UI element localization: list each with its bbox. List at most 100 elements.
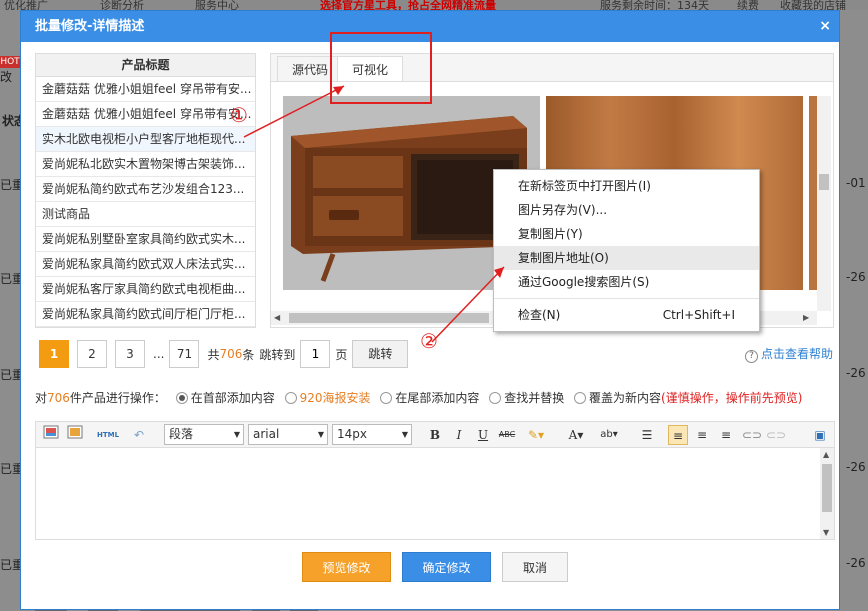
bg-label: 改 xyxy=(0,70,13,84)
product-row[interactable]: 爱尚妮私简约欧式布艺沙发组合123... xyxy=(36,177,255,202)
align-center-icon[interactable]: ≡ xyxy=(692,425,712,445)
scroll-up-icon[interactable]: ▲ xyxy=(823,450,829,459)
chevron-down-icon: ▼ xyxy=(401,430,408,439)
page-button[interactable]: 3 xyxy=(115,340,145,368)
jump-page-input[interactable] xyxy=(300,340,331,368)
product-list-header: 产品标题 xyxy=(36,54,255,77)
underline-icon[interactable]: U xyxy=(474,425,492,445)
product-row[interactable]: 测试商品 xyxy=(36,202,255,227)
format-painter-icon[interactable]: ✎▾ xyxy=(522,425,550,445)
tab-source-code[interactable]: 源代码 xyxy=(277,56,344,83)
hot-badge: HOT xyxy=(0,56,20,68)
page-label: 页 xyxy=(335,347,348,362)
ops-count: 706 xyxy=(47,391,70,405)
font-select[interactable]: arial ▼ xyxy=(248,424,328,445)
confirm-button[interactable]: 确定修改 xyxy=(402,552,491,582)
align-right-icon[interactable]: ≡ xyxy=(716,425,736,445)
indent-icon[interactable]: ☰ xyxy=(638,425,656,445)
help-icon: ? xyxy=(744,350,758,363)
link-icon[interactable]: ⊂⊃ xyxy=(742,425,762,445)
preview-button[interactable]: 预览修改 xyxy=(302,552,391,582)
align-left-icon[interactable]: ≡ xyxy=(668,425,688,445)
font-color-icon[interactable]: A▾ xyxy=(562,425,590,445)
font-size-value: 14px xyxy=(337,427,367,441)
preview-vertical-scrollbar[interactable] xyxy=(817,96,831,311)
editor-scrollbar[interactable]: ▲ ▼ xyxy=(820,448,834,539)
editor-toolbar: HTML ↶ 段落 ▼ arial ▼ 14px ▼ B I U ABC ✎▾ A▾ … xyxy=(35,421,835,447)
menu-search-image-google[interactable]: 通过Google搜索图片(S) xyxy=(494,270,759,294)
menu-copy-image-address[interactable]: 复制图片地址(O) xyxy=(494,246,759,270)
chevron-down-icon: ▼ xyxy=(317,430,324,439)
bg-label: -26 xyxy=(846,270,866,284)
option-label: 覆盖为新内容 xyxy=(589,391,662,405)
page-button-current[interactable]: 1 xyxy=(39,340,69,368)
product-row-selected[interactable]: 实木北欧电视柜小户型客厅地柜现代... xyxy=(36,127,255,152)
product-row[interactable]: 爱尚妮私家具简约欧式双人床法式实... xyxy=(36,252,255,277)
close-icon[interactable]: × xyxy=(819,11,831,42)
operation-options: 对706件产品进行操作： 在首部添加内容 920海报安装 在尾部添加内容 查找并… xyxy=(35,389,835,406)
background-right xyxy=(840,10,868,611)
page-button-last[interactable]: 71 xyxy=(169,340,200,368)
dialog-title: 批量修改-详情描述 xyxy=(35,19,145,34)
background-left xyxy=(0,10,20,611)
unlink-icon[interactable]: ⊂⊃ xyxy=(766,425,786,445)
product-row[interactable]: 爱尚妮私北欧实木置物架博古架装饰... xyxy=(36,152,255,177)
bg-label: -01 xyxy=(846,176,866,190)
ops-suffix: 件产品进行操作： xyxy=(69,391,166,405)
option-label: 920海报安装 xyxy=(299,391,371,405)
product-row[interactable]: 爱尚妮私客厅家具简约欧式电视柜曲... xyxy=(36,277,255,302)
radio-prepend[interactable] xyxy=(175,392,188,404)
scroll-left-icon[interactable]: ◀ xyxy=(274,313,280,322)
product-image-partial[interactable] xyxy=(809,96,817,290)
ops-prefix: 对 xyxy=(35,391,48,405)
paragraph-select[interactable]: 段落 ▼ xyxy=(164,424,244,445)
radio-poster-install[interactable] xyxy=(284,392,297,404)
background-top-bar: 优化推广 诊断分析 服务中心 选择官方星工具，抢占全网精准流量 服务剩余时间：1… xyxy=(0,0,868,12)
menu-inspect-shortcut: Ctrl+Shift+I xyxy=(662,308,735,322)
product-row[interactable]: 爱尚妮私家具简约欧式间厅柜门厅柜... xyxy=(36,302,255,327)
image-icon[interactable] xyxy=(42,425,60,445)
context-menu: 在新标签页中打开图片(I) 图片另存为(V)... 复制图片(Y) 复制图片地址… xyxy=(493,169,760,332)
highlight-label: ab xyxy=(600,429,613,440)
menu-copy-image[interactable]: 复制图片(Y) xyxy=(494,222,759,246)
highlight-icon[interactable]: ab▾ xyxy=(594,425,624,445)
page-button[interactable]: 2 xyxy=(77,340,107,368)
pagination: 1 2 3 ... 71 共706条 跳转到 页 跳转 xyxy=(39,339,409,369)
bg-label: -26 xyxy=(846,460,866,474)
strikethrough-icon[interactable]: ABC xyxy=(496,425,518,445)
radio-find-replace[interactable] xyxy=(489,392,502,404)
page-ellipsis: ... xyxy=(153,347,165,361)
bold-icon[interactable]: B xyxy=(426,425,444,445)
scroll-thumb[interactable] xyxy=(822,464,832,512)
jump-button[interactable]: 跳转 xyxy=(352,340,409,368)
scroll-thumb[interactable] xyxy=(819,174,829,190)
scroll-right-icon[interactable]: ▶ xyxy=(803,313,809,322)
warning-text: (谨慎操作，操作前先预览) xyxy=(661,391,803,405)
product-row[interactable]: 金蘑菇菇 优雅小姐姐feel 穿吊带有安... xyxy=(36,77,255,102)
product-row[interactable]: 金蘑菇菇 优雅小姐姐feel 穿吊带有安... xyxy=(36,102,255,127)
dialog-header: 批量修改-详情描述 × xyxy=(21,11,839,42)
product-row[interactable]: 爱尚妮私别墅卧室家具简约欧式实木... xyxy=(36,227,255,252)
multi-image-icon[interactable] xyxy=(66,425,84,445)
radio-append[interactable] xyxy=(380,392,393,404)
total-count: 706 xyxy=(219,347,243,361)
fullscreen-icon[interactable]: ▣ xyxy=(810,425,830,445)
menu-inspect[interactable]: 检查(N) Ctrl+Shift+I xyxy=(494,303,759,327)
rich-text-editor[interactable]: ▲ ▼ xyxy=(35,447,835,540)
tab-visual[interactable]: 可视化 xyxy=(337,56,404,83)
option-label: 在首部添加内容 xyxy=(190,391,275,405)
radio-overwrite[interactable] xyxy=(574,392,587,404)
cancel-button[interactable]: 取消 xyxy=(502,552,568,582)
menu-divider xyxy=(494,298,759,299)
menu-save-image-as[interactable]: 图片另存为(V)... xyxy=(494,198,759,222)
menu-open-image-new-tab[interactable]: 在新标签页中打开图片(I) xyxy=(494,174,759,198)
scroll-thumb[interactable] xyxy=(289,313,489,323)
product-list: 产品标题 金蘑菇菇 优雅小姐姐feel 穿吊带有安... 金蘑菇菇 优雅小姐姐f… xyxy=(35,53,256,328)
bg-label: -26 xyxy=(846,366,866,380)
font-size-select[interactable]: 14px ▼ xyxy=(332,424,412,445)
scroll-down-icon[interactable]: ▼ xyxy=(823,528,829,537)
italic-icon[interactable]: I xyxy=(450,425,468,445)
help-link[interactable]: ? 点击查看帮助 xyxy=(744,345,833,363)
undo-icon[interactable]: ↶ xyxy=(130,425,148,445)
html-icon[interactable]: HTML xyxy=(96,425,120,445)
